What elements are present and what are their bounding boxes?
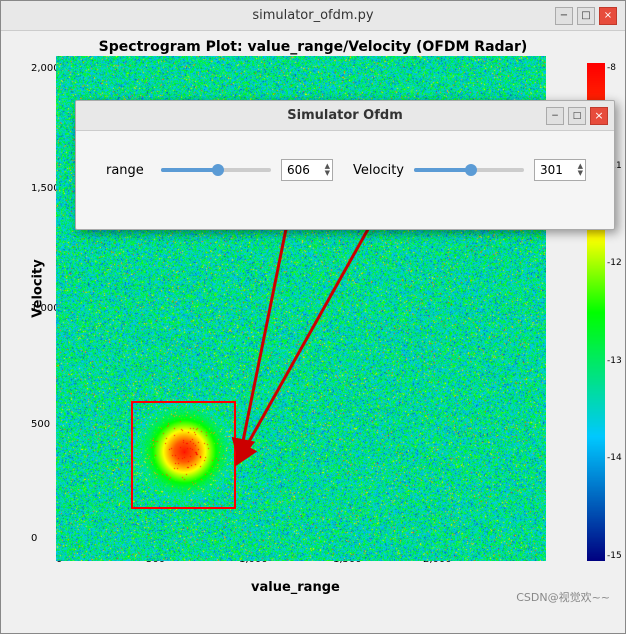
velocity-slider[interactable] [414,168,524,172]
cb-tick-3: -12 [607,258,622,268]
velocity-label: Velocity [353,163,404,178]
dialog-title: Simulator Ofdm [287,108,403,123]
simulator-ofdm-dialog: Simulator Ofdm − □ × range 606 ▲ ▼ Ve [75,100,615,230]
bg-window-controls: − □ × [555,7,617,25]
background-window: simulator_ofdm.py − □ × Spectrogram Plot… [0,0,626,634]
dialog-window-controls: − □ × [546,107,608,125]
bg-window-title: simulator_ofdm.py [252,8,373,23]
dialog-titlebar: Simulator Ofdm − □ × [76,101,614,131]
range-value: 606 [284,163,310,177]
dialog-minimize-button[interactable]: − [546,107,564,125]
bg-minimize-button[interactable]: − [555,7,573,25]
range-spinbox[interactable]: 606 ▲ ▼ [281,159,333,181]
velocity-spin-down[interactable]: ▼ [578,170,583,177]
velocity-spinbox[interactable]: 301 ▲ ▼ [534,159,586,181]
dialog-content: range 606 ▲ ▼ Velocity 301 [76,131,614,209]
range-label: range [106,163,151,178]
range-slider[interactable] [161,168,271,172]
range-spin-down[interactable]: ▼ [325,170,330,177]
velocity-control-group: Velocity 301 ▲ ▼ [353,159,586,181]
dialog-maximize-button[interactable]: □ [568,107,586,125]
velocity-spinbox-arrows[interactable]: ▲ ▼ [578,160,583,180]
bg-maximize-button[interactable]: □ [577,7,595,25]
ytick-500: 500 [31,419,50,430]
plot-title: Spectrogram Plot: value_range/Velocity (… [1,31,625,59]
cb-tick-4: -13 [607,356,622,366]
range-spinbox-arrows[interactable]: ▲ ▼ [325,160,330,180]
cb-tick-5: -14 [607,453,622,463]
velocity-value: 301 [537,163,563,177]
cb-tick-1: -8 [607,63,622,73]
ytick-0: 0 [31,533,37,544]
range-control-group: range 606 ▲ ▼ [106,159,333,181]
cb-tick-6: -15 [607,551,622,561]
bg-close-button[interactable]: × [599,7,617,25]
watermark: CSDN@视觉欢~~ [516,589,610,605]
x-axis-label: value_range [251,580,340,595]
bg-titlebar: simulator_ofdm.py − □ × [1,1,625,31]
dialog-close-button[interactable]: × [590,107,608,125]
